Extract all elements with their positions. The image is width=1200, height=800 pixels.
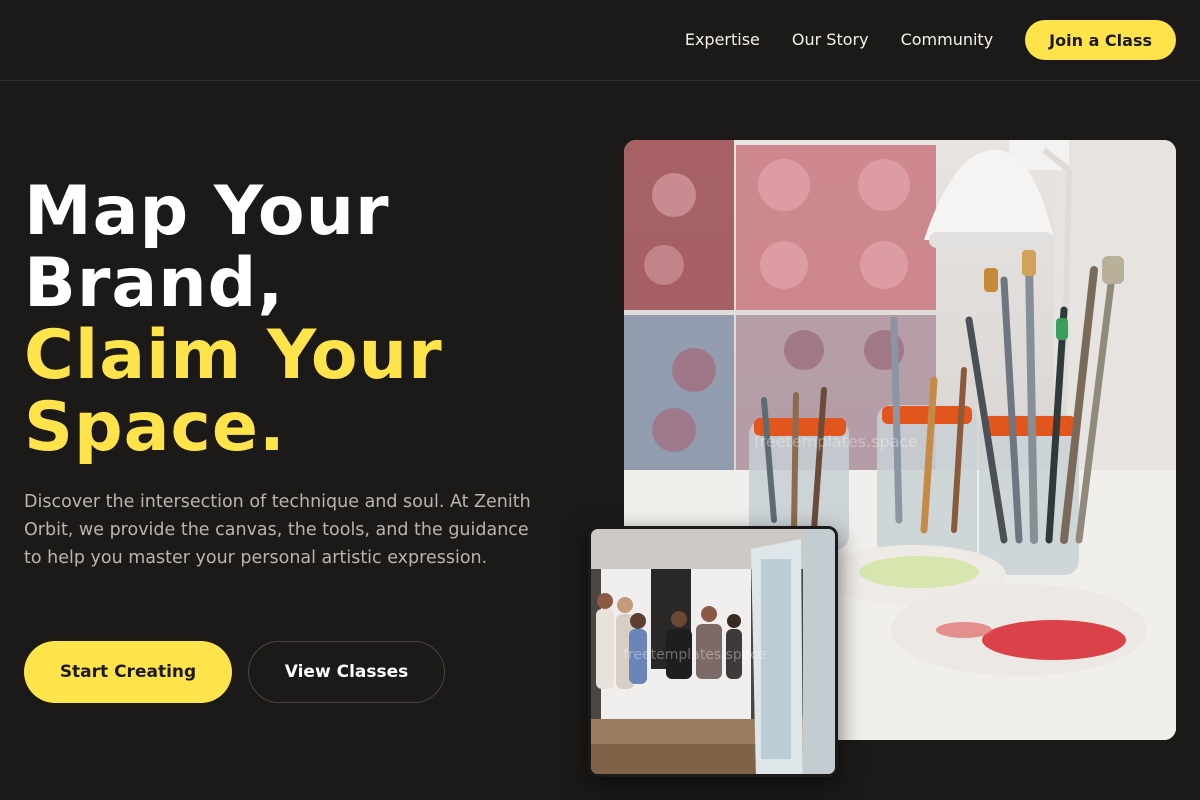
nav-link-community[interactable]: Community — [901, 20, 994, 60]
main-nav: Expertise Our Story Community Join a Cla… — [685, 20, 1176, 60]
hero-subtitle: Discover the intersection of technique a… — [24, 492, 531, 568]
view-classes-button[interactable]: View Classes — [248, 641, 445, 703]
hero-title: Map Your Brand, Claim Your Space. — [24, 176, 584, 464]
start-creating-button[interactable]: Start Creating — [24, 641, 232, 703]
site-header: Expertise Our Story Community Join a Cla… — [0, 0, 1200, 81]
join-class-button[interactable]: Join a Class — [1025, 20, 1176, 60]
hero-title-line-1: Map Your — [24, 172, 390, 251]
nav-link-our-story[interactable]: Our Story — [792, 20, 869, 60]
gallery-event-illustration — [591, 529, 835, 774]
gallery-event-photo: freetemplates.space — [588, 526, 838, 777]
nav-link-expertise[interactable]: Expertise — [685, 20, 760, 60]
logo[interactable] — [24, 26, 174, 56]
hero-accent-line-1: Claim Your — [24, 316, 443, 395]
hero-title-line-2: Brand, — [24, 244, 285, 323]
hero-accent-line-2: Space. — [24, 388, 286, 467]
